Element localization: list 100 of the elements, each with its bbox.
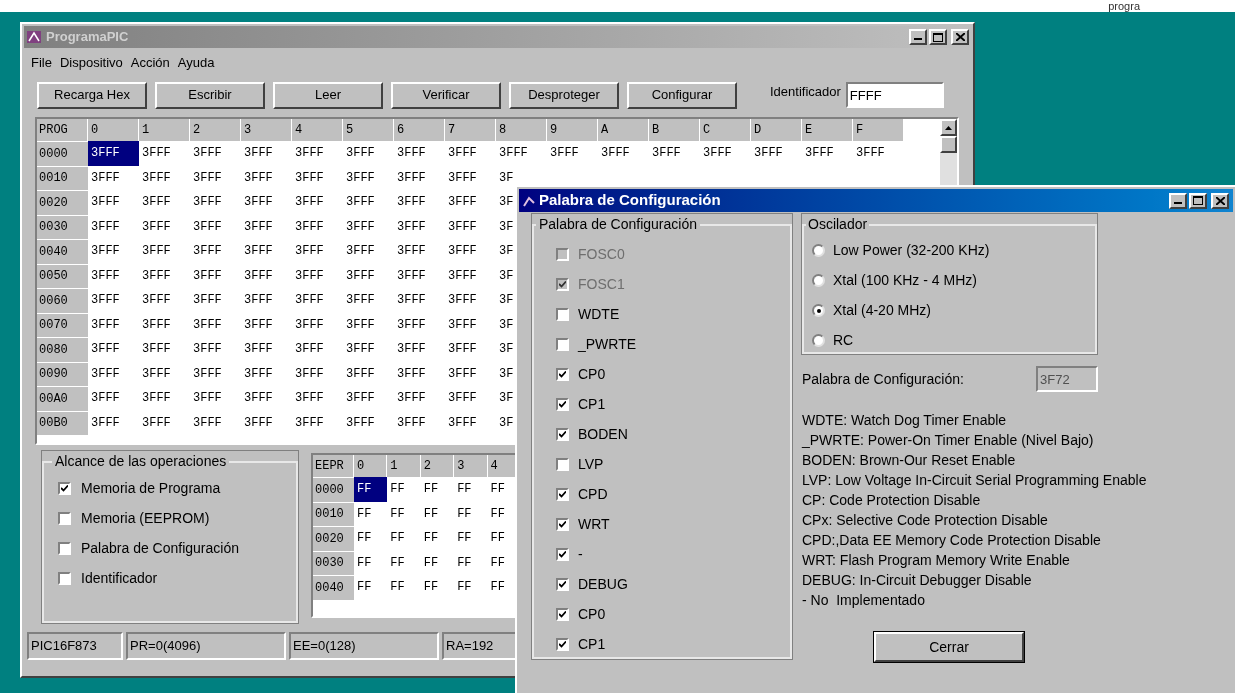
row-header: 0060 [37, 288, 88, 313]
app-icon [523, 194, 535, 207]
checkbox[interactable] [556, 367, 569, 381]
check-icon [559, 610, 566, 618]
window-title: Palabra de Configuración [539, 190, 722, 211]
column-header: 3 [241, 119, 292, 141]
column-header: 7 [445, 119, 496, 141]
checkbox-label: CP0 [578, 604, 606, 624]
radio-button[interactable] [812, 334, 825, 347]
row-header: 0000 [37, 141, 88, 166]
note-line: WDTE: Watch Dog Timer Enable [802, 411, 1008, 430]
check-icon [559, 280, 566, 288]
checkbox[interactable] [58, 482, 71, 495]
toolbar-button[interactable]: Escribir [155, 81, 265, 109]
menu-item[interactable]: File [30, 53, 53, 73]
identifier-field[interactable]: FFFF [845, 82, 944, 108]
check-icon [559, 550, 566, 558]
check-icon [559, 640, 566, 648]
column-header: 0 [88, 119, 139, 141]
column-header: 5 [343, 119, 394, 141]
radio-label: Low Power (32-200 KHz) [833, 241, 990, 260]
minimize-icon [914, 38, 922, 40]
close-icon [955, 33, 965, 41]
column-header: 8 [496, 119, 547, 141]
close-dialog-button[interactable]: Cerrar [874, 632, 1024, 662]
checkbox-label: WDTE [578, 304, 620, 324]
minimize-button[interactable] [1169, 192, 1187, 209]
note-line: CPD:,Data EE Memory Code Protection Disable [802, 531, 1102, 550]
column-header: E [802, 119, 853, 141]
checkbox[interactable] [58, 512, 71, 525]
checkbox[interactable] [556, 397, 569, 411]
radio-button[interactable] [812, 304, 825, 317]
row-header: 0000 [313, 477, 354, 502]
checkbox[interactable] [556, 427, 569, 441]
checkbox[interactable] [556, 457, 569, 471]
row-header: 0080 [37, 337, 88, 362]
scroll-up-button[interactable] [940, 119, 957, 136]
note-line: CPx: Selective Code Protection Disable [802, 511, 1049, 530]
window-title: ProgramaPIC [46, 28, 130, 47]
row-header: 0030 [313, 550, 354, 575]
checkbox-label: FOSC1 [578, 274, 625, 294]
corner-header: PROG [37, 119, 88, 141]
close-button[interactable] [951, 29, 969, 45]
radio-button[interactable] [812, 244, 825, 257]
checkbox[interactable] [556, 577, 569, 591]
checkbox-label: Identificador [81, 569, 158, 588]
column-header: 3 [454, 455, 488, 477]
column-header: A [598, 119, 649, 141]
checkbox[interactable] [556, 337, 569, 351]
check-icon [559, 490, 566, 498]
checkbox-label: CPD [578, 484, 608, 504]
checkbox[interactable] [556, 517, 569, 531]
maximize-button[interactable] [1189, 192, 1207, 209]
column-header: B [649, 119, 700, 141]
close-button[interactable] [1211, 192, 1229, 209]
checkbox[interactable] [556, 487, 569, 501]
column-header: 1 [387, 455, 421, 477]
toolbar-button[interactable]: Desproteger [509, 81, 619, 109]
row-header: 0050 [37, 263, 88, 288]
toolbar-button[interactable]: Configurar [627, 81, 737, 109]
checkbox[interactable] [556, 637, 569, 651]
checkbox-label: - [578, 544, 583, 564]
app-icon [26, 29, 42, 45]
row-header: 00B0 [37, 410, 88, 435]
hex-cell[interactable]: FF [353, 477, 388, 502]
corner-header: EEPR [313, 455, 354, 477]
column-header: D [751, 119, 802, 141]
radio-button[interactable] [812, 274, 825, 287]
column-header: C [700, 119, 751, 141]
checkbox[interactable] [58, 542, 71, 555]
menu-item[interactable]: Ayuda [176, 53, 216, 73]
scroll-thumb[interactable] [940, 136, 957, 153]
identifier-label: Identificador [770, 83, 841, 101]
checkbox-label: CP1 [578, 634, 606, 654]
menu-item[interactable]: Dispositivo [58, 53, 124, 73]
checkbox-label: Palabra de Configuración [81, 539, 239, 558]
checkbox-label: CP0 [578, 364, 606, 384]
checkbox-label: _PWRTE [578, 334, 637, 354]
checkbox[interactable] [556, 607, 569, 621]
checkbox[interactable] [556, 307, 569, 321]
checkbox[interactable] [58, 572, 71, 585]
group-title: Oscilador [807, 215, 869, 234]
radio-label: RC [833, 331, 854, 350]
check-icon [559, 370, 566, 378]
checkbox[interactable] [556, 547, 569, 561]
row-header: 0040 [37, 239, 88, 264]
toolbar-button[interactable]: Recarga Hex [37, 81, 147, 109]
note-line: DEBUG: In-Circuit Debugger Disable [802, 571, 1033, 590]
note-line: BODEN: Brown-Our Reset Enable [802, 451, 1017, 470]
check-icon [61, 485, 68, 492]
row-header: 0010 [37, 165, 88, 190]
menu-item[interactable]: Acción [129, 53, 171, 73]
hex-cell[interactable]: 3FFF [88, 141, 139, 166]
toolbar-button[interactable]: Verificar [391, 81, 501, 109]
check-icon [559, 580, 566, 588]
maximize-button[interactable] [929, 29, 947, 45]
toolbar-button[interactable]: Leer [273, 81, 383, 109]
note-line: - No Implementado [802, 591, 926, 610]
column-header: 4 [292, 119, 343, 141]
minimize-button[interactable] [909, 29, 927, 45]
